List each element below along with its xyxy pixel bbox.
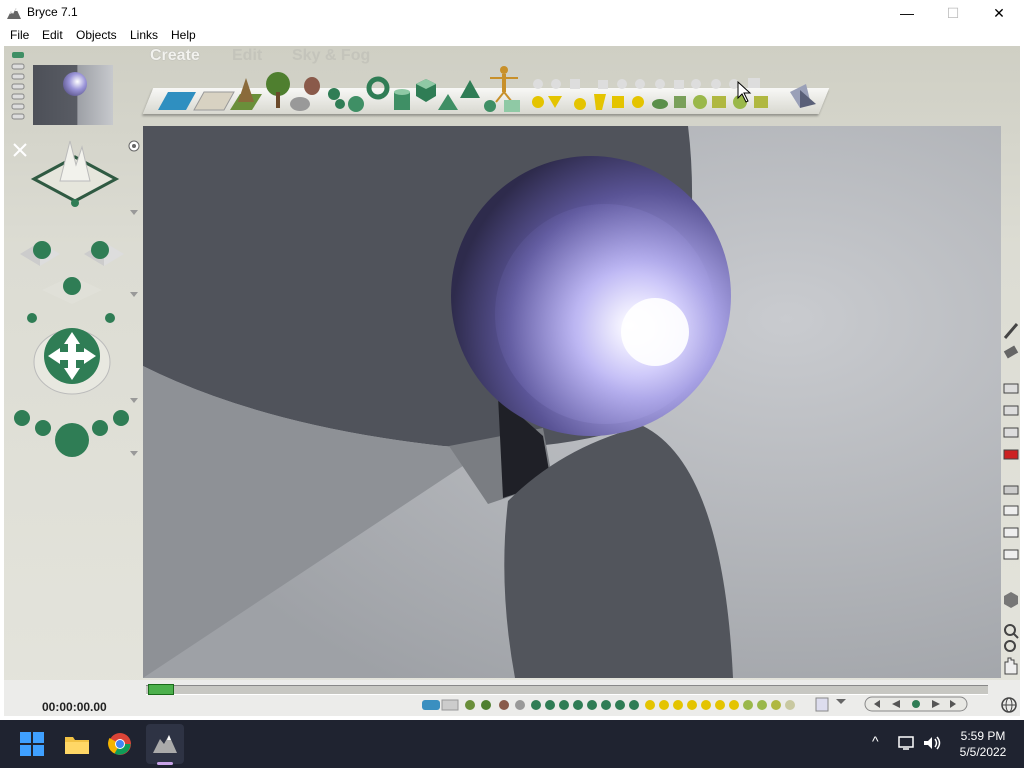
network-icon[interactable] [898,735,916,751]
tray-overflow-chevron[interactable]: ^ [872,733,879,749]
yellow-primitives-group[interactable] [532,94,768,110]
tree-icon[interactable] [266,72,290,108]
active-app-indicator [157,762,173,765]
selection-palette[interactable] [420,695,850,715]
object-cube-icon [1004,592,1018,608]
right-tool-column[interactable] [1001,320,1021,680]
tab-sky-fog[interactable]: Sky & Fog [292,47,370,65]
ground-plane-icon[interactable] [193,91,235,111]
palette-dropdown-arrows[interactable] [129,208,139,458]
water-plane-icon[interactable] [158,92,196,110]
close-icon: ✕ [993,5,1005,21]
time-code: 00:00:00.00 [42,700,107,714]
animation-timeline[interactable] [146,685,988,695]
light-source-icon[interactable] [790,84,816,108]
rendered-scene [143,126,1001,678]
zoom-out-icon [1004,640,1016,652]
rock-icon[interactable] [290,77,320,111]
tab-edit[interactable]: Edit [232,47,262,65]
preview-sphere [63,72,87,96]
zoom-balls-icon[interactable] [10,404,134,460]
human-figure-icon[interactable] [490,66,518,103]
menu-edit[interactable]: Edit [42,28,63,42]
eraser-icon [1003,345,1019,359]
pencil-icon [1003,323,1019,339]
display-mode-icons [1003,383,1019,460]
clock-time[interactable]: 5:59 PM [960,729,1006,743]
cube-primitive-icon[interactable] [416,79,436,102]
clock-date[interactable]: 5/5/2022 [952,745,1014,759]
maximize-button[interactable]: ☐ [930,0,976,26]
zoom-in-icon [1004,624,1019,639]
minimize-button[interactable]: — [884,0,930,26]
volume-icon[interactable] [922,735,942,751]
menu-help[interactable]: Help [171,28,196,42]
disk-primitive-icon[interactable] [484,100,520,112]
bryce-app-icon [7,8,21,19]
maximize-icon: ☐ [946,5,960,21]
view-control-icon[interactable] [30,135,120,215]
close-button[interactable]: ✕ [976,0,1022,26]
windows-start-icon[interactable] [20,732,44,756]
menu-file[interactable]: File [10,28,29,42]
terrain-icon[interactable] [230,78,262,110]
globe-icon[interactable] [1000,696,1018,714]
pan-hand-icon [1004,657,1018,675]
metaball-icon[interactable] [328,88,345,109]
render-options-icon[interactable] [128,140,140,152]
window-title-bar[interactable] [0,0,1024,26]
camera-reset-icon[interactable] [12,142,28,158]
placeholder-primitives[interactable] [533,78,760,89]
scene-viewport[interactable] [143,126,1001,678]
bryce-taskbar-icon [153,735,177,753]
window-title: Bryce 7.1 [27,5,78,19]
cylinder-primitive-icon[interactable] [394,89,410,110]
view-selector-stack[interactable] [10,50,26,130]
menu-links[interactable]: Links [130,28,158,42]
camera-trackball-icon[interactable] [12,222,132,328]
minimize-icon: — [900,5,914,21]
menu-objects[interactable]: Objects [76,28,117,42]
sphere-primitive-icon[interactable] [348,96,364,112]
cone-primitive-icon[interactable] [460,80,480,98]
tab-create[interactable]: Create [150,47,200,65]
file-explorer-icon[interactable] [64,732,90,756]
camera-move-trackball-icon[interactable] [30,324,114,396]
chrome-icon[interactable] [108,732,132,756]
layer-icons [1003,485,1019,560]
playback-controls[interactable] [864,696,968,712]
timeline-scrubber[interactable] [148,684,174,695]
torus-primitive-icon[interactable] [366,76,390,100]
create-object-toolbar [158,66,816,112]
pyramid-primitive-icon[interactable] [438,94,458,110]
